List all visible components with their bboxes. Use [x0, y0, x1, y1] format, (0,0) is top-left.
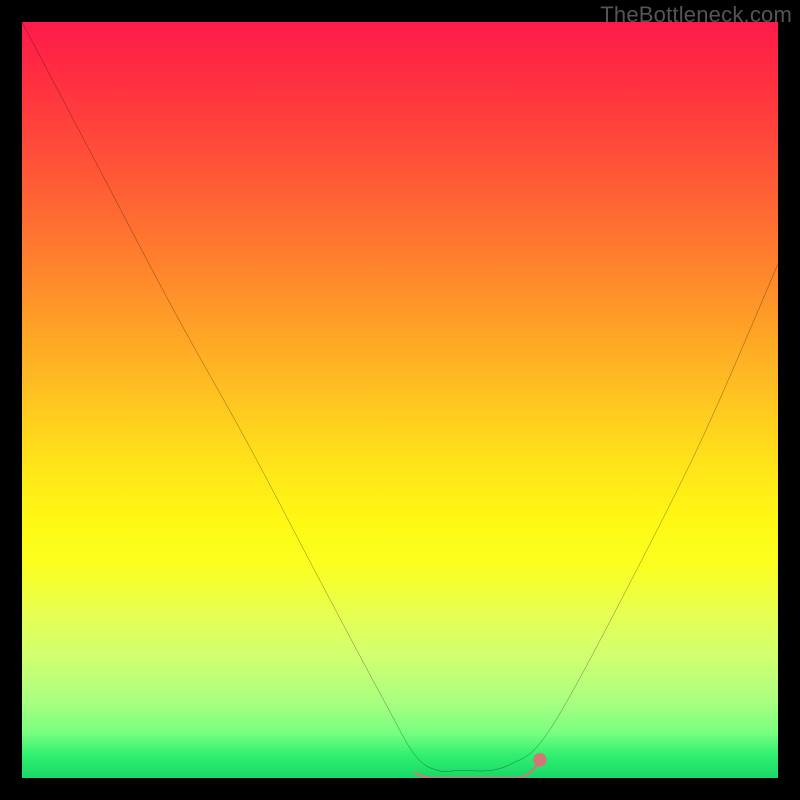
brand-watermark: TheBottleneck.com — [600, 2, 792, 28]
bottleneck-curve — [22, 22, 778, 772]
valley-highlight — [415, 766, 536, 778]
chart-frame: TheBottleneck.com — [0, 0, 800, 800]
plot-area — [22, 22, 778, 778]
valley-end-dot — [533, 753, 547, 767]
curve-svg — [22, 22, 778, 778]
